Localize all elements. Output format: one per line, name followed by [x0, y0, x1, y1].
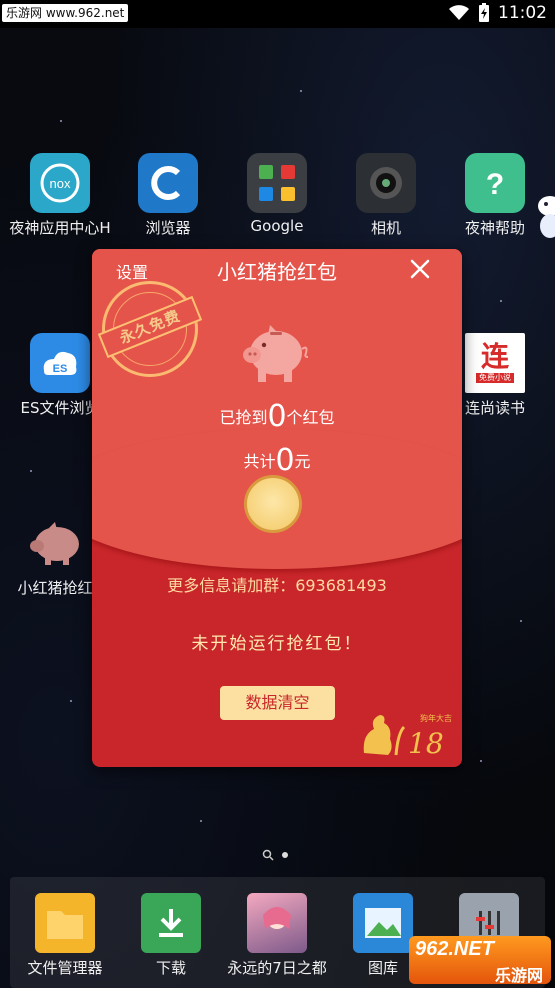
app-camera[interactable]: 相机: [331, 153, 441, 238]
svg-text:?: ?: [486, 168, 504, 201]
battery-charging-icon: [479, 3, 489, 22]
app-label: 下载: [155, 959, 186, 977]
es-file-icon: ES: [30, 333, 90, 393]
status-bar: 乐游网 www.962.net 11:02: [0, 0, 555, 28]
app-label: Google: [250, 217, 304, 235]
camera-icon: [356, 153, 416, 213]
close-icon[interactable]: [408, 257, 432, 281]
page-dot[interactable]: [282, 852, 288, 858]
reading-badge: 连: [480, 340, 509, 373]
mascot-icon: [538, 196, 555, 238]
grabbed-suffix: 个红包: [286, 408, 335, 427]
dock-app-game[interactable]: 永远的7日之都: [222, 893, 332, 978]
grabbed-count-line: 已抢到0个红包: [92, 399, 462, 434]
page-indicator[interactable]: [262, 849, 288, 861]
browser-icon: [138, 153, 198, 213]
grabbed-count: 0: [267, 399, 287, 434]
folder-icon: [35, 893, 95, 953]
google-folder-icon: [247, 153, 307, 213]
total-prefix: 共计: [243, 452, 276, 471]
group-info: 更多信息请加群：693681493: [167, 576, 387, 595]
brand-badge: 962.NET 乐游网: [409, 936, 551, 985]
dock-app-files[interactable]: 文件管理器: [10, 893, 120, 978]
nox-icon: nox: [30, 153, 90, 213]
logo-number: 18: [408, 727, 444, 760]
app-browser[interactable]: 浏览器: [113, 153, 223, 238]
svg-text:nox: nox: [50, 176, 71, 191]
gallery-icon: [353, 893, 413, 953]
search-icon[interactable]: [262, 849, 274, 861]
status-message: 未开始运行抢红包！: [191, 634, 363, 654]
watermark-label: 乐游网 www.962.net: [2, 4, 129, 22]
wifi-icon: [449, 5, 469, 20]
app-label: 夜神应用中心H: [9, 219, 111, 237]
start-coin-button[interactable]: [244, 475, 302, 533]
clear-data-button[interactable]: 数据清空: [220, 686, 335, 720]
free-stamp: 永久免费: [97, 281, 203, 377]
clock: 11:02: [498, 3, 547, 23]
total-amount: 0: [275, 443, 295, 478]
help-icon: ?: [465, 153, 525, 213]
piggy-bank-icon: [243, 325, 309, 382]
total-amount-line: 共计0元: [92, 443, 462, 478]
app-nox-help[interactable]: ? 夜神帮助: [440, 153, 550, 238]
logo-caption: 狗年大吉: [420, 713, 452, 723]
app-label: 永远的7日之都: [227, 959, 327, 977]
pig-icon: [25, 513, 85, 573]
app-google-folder[interactable]: Google: [222, 153, 332, 235]
app-nox-center[interactable]: nox 夜神应用中心H: [5, 153, 115, 238]
svg-text:ES: ES: [53, 363, 68, 375]
game-icon: [247, 893, 307, 953]
app-label: 夜神帮助: [464, 219, 525, 237]
total-suffix: 元: [294, 452, 311, 471]
brand-line2: 乐游网: [494, 966, 543, 985]
reading-sub: 免费小说: [476, 373, 514, 383]
app-label: 文件管理器: [27, 959, 103, 977]
brand-line1: 962.NET: [415, 938, 494, 960]
reading-icon: 连 免费小说: [465, 333, 525, 393]
app-label: 相机: [370, 219, 401, 237]
download-icon: [141, 893, 201, 953]
dock-app-download[interactable]: 下载: [116, 893, 226, 978]
year-of-dog-logo: 18 狗年大吉: [360, 705, 452, 765]
grabbed-prefix: 已抢到: [219, 408, 268, 427]
app-label: 浏览器: [145, 219, 191, 237]
red-packet-dialog: 设置 小红猪抢红包 永久免费 已抢到0个红包 共计0元 更多信息请加群：6936…: [92, 249, 462, 767]
